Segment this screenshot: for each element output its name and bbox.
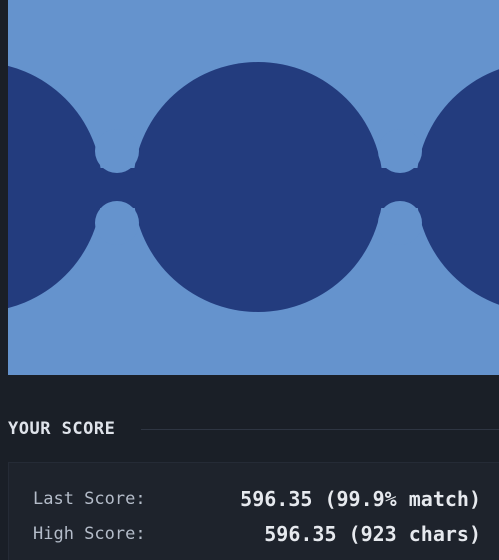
last-score-value: 596.35 (99.9% match) bbox=[240, 487, 481, 511]
score-section-header: YOUR SCORE bbox=[8, 416, 499, 442]
last-score-row: Last Score: 596.35 (99.9% match) bbox=[33, 485, 481, 513]
target-preview bbox=[8, 0, 499, 375]
center-circle bbox=[133, 62, 383, 312]
score-panel: Last Score: 596.35 (99.9% match) High Sc… bbox=[8, 462, 499, 560]
high-score-value: 596.35 (923 chars) bbox=[264, 522, 481, 546]
left-notch-top bbox=[95, 129, 139, 173]
left-notch-bottom bbox=[95, 201, 139, 245]
score-section-title: YOUR SCORE bbox=[8, 419, 116, 439]
right-notch-bottom bbox=[378, 201, 422, 245]
game-screen: YOUR SCORE Last Score: 596.35 (99.9% mat… bbox=[0, 0, 499, 560]
high-score-label: High Score: bbox=[33, 524, 146, 544]
high-score-row: High Score: 596.35 (923 chars) bbox=[33, 520, 481, 548]
right-notch-top bbox=[378, 129, 422, 173]
last-score-label: Last Score: bbox=[33, 489, 146, 509]
target-preview-canvas bbox=[8, 0, 499, 375]
section-divider bbox=[141, 428, 499, 430]
left-edge-strip bbox=[0, 0, 8, 375]
